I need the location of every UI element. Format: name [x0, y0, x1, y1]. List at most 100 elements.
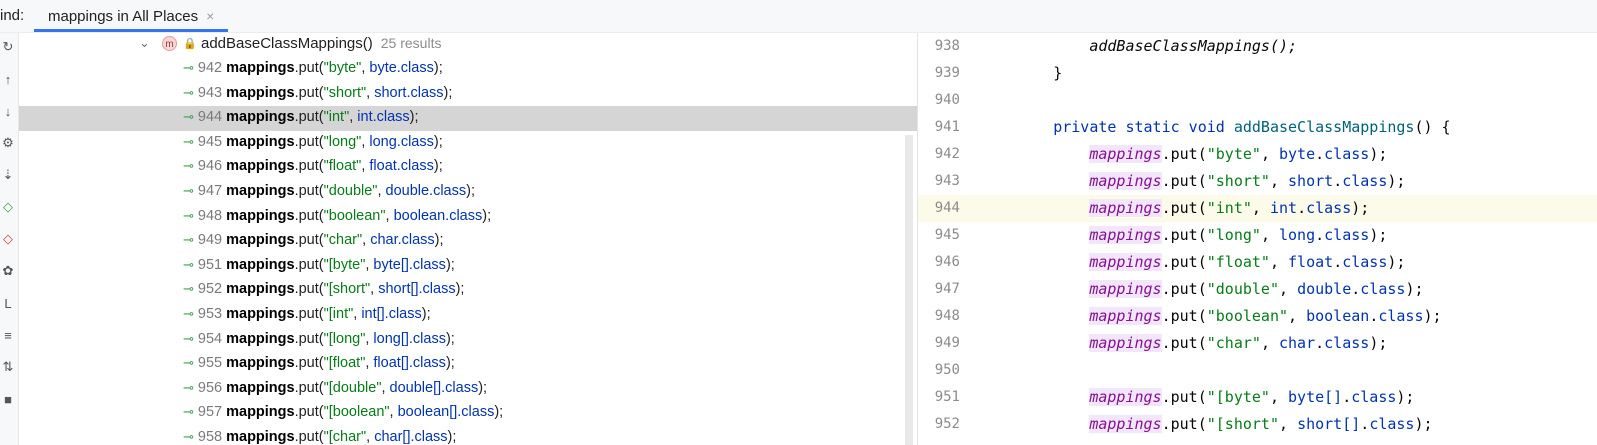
arrow-down-icon[interactable]: ↓	[0, 101, 16, 121]
line-number: 948	[197, 207, 223, 224]
code-line[interactable]: mappings.put("long", long.class);	[990, 222, 1597, 249]
type-name: long	[1279, 226, 1316, 244]
editor-code-area[interactable]: addBaseClassMappings(); } private static…	[990, 33, 1597, 445]
class-suffix: .	[1342, 388, 1352, 406]
settings-icon[interactable]: ⚙	[0, 133, 16, 153]
result-row[interactable]: ⊸ 945 mappings.put("long", long.class);	[19, 131, 917, 156]
tab-mappings-search[interactable]: mappings in All Places ×	[34, 0, 229, 32]
put-call: .put(	[294, 306, 324, 322]
code-line[interactable]: mappings.put("short", short.class);	[990, 168, 1597, 195]
result-row[interactable]: ⊸ 956 mappings.put("[double", double[].cla…	[19, 377, 917, 402]
refresh-icon[interactable]: ↻	[0, 37, 16, 57]
string-literal: "long"	[323, 133, 362, 150]
class-keyword: class	[1324, 334, 1370, 352]
terminator: );	[421, 306, 431, 322]
line-number: 947	[197, 183, 223, 199]
chevron-down-icon[interactable]: ⌄	[139, 35, 150, 51]
class-literal: double.class	[385, 183, 467, 199]
code-line[interactable]: mappings.put("double", double.class);	[990, 276, 1597, 303]
put-call: .put(	[1161, 145, 1207, 163]
code-line[interactable]	[990, 87, 1597, 114]
close-icon[interactable]: ×	[206, 8, 214, 24]
code-line[interactable]: mappings.put("float", float.class);	[990, 249, 1597, 276]
code-line[interactable]: mappings.put("boolean", boolean.class);	[990, 303, 1597, 330]
line-number: 952	[197, 281, 223, 298]
tab-active-indicator	[34, 29, 229, 32]
usage-arrow-icon: ⊸	[183, 109, 194, 125]
result-row[interactable]: ⊸ 955 mappings.put("[float", float[].class…	[19, 352, 917, 377]
code-line[interactable]: private static void addBaseClassMappings…	[990, 114, 1597, 141]
field-name: mappings	[1089, 388, 1162, 406]
field-name: mappings	[226, 158, 295, 175]
class-suffix: .	[1297, 199, 1307, 217]
usage-arrow-icon: ⊸	[183, 379, 194, 395]
square-icon[interactable]: ■	[0, 389, 16, 409]
code-line[interactable]: }	[990, 60, 1597, 87]
put-call: .put(	[1161, 226, 1207, 244]
code-line[interactable]	[990, 357, 1597, 384]
string-literal: "int"	[1206, 199, 1252, 217]
result-row[interactable]: ⊸ 944 mappings.put("int", int.class);	[19, 106, 917, 131]
string-literal: "char"	[323, 232, 363, 249]
class-literal: char.class	[370, 232, 435, 249]
code-line[interactable]: mappings.put("char", char.class);	[990, 330, 1597, 357]
code-line[interactable]: mappings.put("int", int.class);	[990, 195, 1597, 222]
terminator: );	[466, 183, 475, 199]
result-count: 25 results	[380, 35, 442, 51]
line-number: 953	[197, 306, 223, 322]
result-row[interactable]: ⊸ 954 mappings.put("[long", long[].class);	[19, 328, 917, 353]
tree-icon[interactable]: ⇣	[0, 165, 16, 185]
result-row[interactable]: ⊸ 947 mappings.put("double", double.class)…	[19, 180, 917, 205]
sort-icon[interactable]: ⇅	[0, 357, 16, 377]
terminator: );	[1369, 145, 1388, 163]
put-call: .put(	[294, 404, 324, 421]
tab-label: mappings in All Places	[48, 7, 199, 25]
put-call: .put(	[294, 256, 324, 273]
filter-icon[interactable]: ✿	[0, 261, 16, 281]
line-number: 946	[197, 158, 223, 175]
result-row[interactable]: ⊸ 943 mappings.put("short", short.class);	[19, 82, 917, 107]
diamond-red-icon[interactable]: ◇	[0, 229, 16, 249]
string-literal: "[byte"	[1206, 388, 1270, 406]
code-line[interactable]: mappings.put("byte", byte.class);	[990, 141, 1597, 168]
comma: ,	[366, 84, 375, 101]
result-row[interactable]: ⊸ 942 mappings.put("byte", byte.class);	[19, 57, 917, 82]
comma: ,	[385, 207, 394, 224]
type-name: byte	[1279, 145, 1316, 163]
align-icon[interactable]: ≡	[0, 325, 16, 345]
code-text: }	[1053, 64, 1063, 82]
field-name: mappings	[226, 232, 295, 249]
result-row[interactable]: ⊸ 957 mappings.put("[boolean", boolean[].c…	[19, 401, 917, 426]
usage-arrow-icon: ⊸	[183, 84, 194, 100]
code-line[interactable]: addBaseClassMappings();	[990, 33, 1597, 60]
class-literal: short.class	[374, 84, 444, 101]
code-line[interactable]: mappings.put("[byte", byte[].class);	[990, 384, 1597, 411]
class-suffix: .	[1369, 307, 1379, 325]
put-call: .put(	[294, 281, 324, 298]
result-row[interactable]: ⊸ 949 mappings.put("char", char.class);	[19, 229, 917, 254]
diamond-green-icon[interactable]: ◇	[0, 197, 16, 217]
result-row[interactable]: ⊸ 948 mappings.put("boolean", boolean.clas…	[19, 205, 917, 230]
gutter-line-number: 940	[934, 92, 960, 108]
lock-icon: 🔒	[183, 38, 197, 50]
result-row[interactable]: ⊸ 958 mappings.put("[char", char[].class);	[19, 426, 917, 445]
comma: ,	[389, 404, 398, 421]
line-number: 954	[197, 330, 223, 347]
method-node[interactable]: ⌄ m 🔒 addBaseClassMappings() 25 results	[19, 33, 917, 57]
code-line[interactable]: mappings.put("[short", short[].class);	[990, 411, 1597, 438]
field-name: mappings	[226, 379, 295, 396]
terminator: );	[409, 109, 419, 126]
result-row[interactable]: ⊸ 951 mappings.put("[byte", byte[].class);	[19, 254, 917, 279]
arrow-up-icon[interactable]: ↑	[0, 69, 16, 89]
gutter-line-number: 941	[934, 119, 960, 135]
method-call: addBaseClassMappings();	[1089, 37, 1298, 55]
text-icon[interactable]: L	[0, 293, 16, 313]
comma: ,	[1269, 388, 1289, 406]
result-row[interactable]: ⊸ 952 mappings.put("[short", short[].class…	[19, 278, 917, 303]
result-row[interactable]: ⊸ 953 mappings.put("[int", int[].class);	[19, 303, 917, 328]
method-node-label: addBaseClassMappings() 25 results	[201, 35, 441, 52]
string-literal: "[long"	[323, 330, 366, 347]
result-row[interactable]: ⊸ 946 mappings.put("float", float.class);	[19, 155, 917, 180]
